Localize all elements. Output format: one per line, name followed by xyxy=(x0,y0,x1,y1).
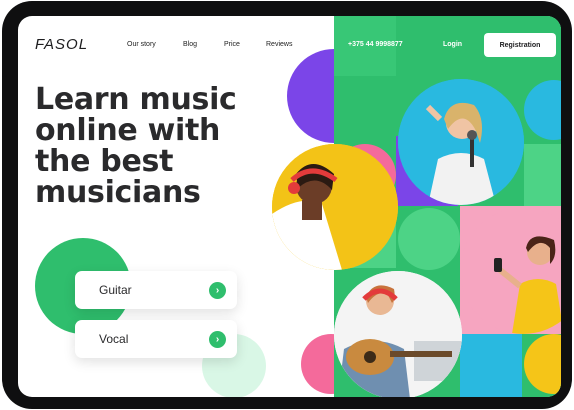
hero-line-2: online with xyxy=(35,113,221,148)
arrow-right-icon[interactable]: › xyxy=(209,282,226,299)
login-link[interactable]: Login xyxy=(443,41,462,48)
nav-blog[interactable]: Blog xyxy=(183,41,197,48)
nav-our-story[interactable]: Our story xyxy=(127,41,156,48)
tablet-frame: FASOL Our story Blog Price Reviews +375 … xyxy=(2,1,572,409)
hero-headline: Learn music online with the best musicia… xyxy=(35,84,285,208)
course-card-guitar[interactable]: Guitar › xyxy=(75,271,237,309)
tablet-side-button xyxy=(2,41,7,77)
hero-line-3: the best xyxy=(35,144,174,179)
man-guitar-illustration xyxy=(334,271,462,397)
tablet-camera-bump xyxy=(88,1,116,7)
mosaic-green-tile-2 xyxy=(524,144,561,208)
woman-microphone-illustration xyxy=(398,79,524,205)
registration-button[interactable]: Registration xyxy=(484,33,556,57)
woman-headphones-illustration xyxy=(272,144,398,270)
phone-number[interactable]: +375 44 9998877 xyxy=(348,41,403,48)
mosaic-blue-tile xyxy=(460,334,522,397)
course-card-label: Guitar xyxy=(99,283,132,297)
nav-reviews[interactable]: Reviews xyxy=(266,41,292,48)
photo-woman-microphone xyxy=(398,79,524,205)
mosaic-green-circle xyxy=(398,208,460,270)
hero-line-1: Learn music xyxy=(35,82,237,117)
arrow-right-icon[interactable]: › xyxy=(209,331,226,348)
course-card-vocal[interactable]: Vocal › xyxy=(75,320,237,358)
photo-man-guitar xyxy=(334,271,462,397)
nav-price[interactable]: Price xyxy=(224,41,240,48)
course-card-label: Vocal xyxy=(99,332,129,346)
hero-line-4: musicians xyxy=(35,175,201,210)
landing-page: FASOL Our story Blog Price Reviews +375 … xyxy=(18,16,561,397)
brand-logo[interactable]: FASOL xyxy=(35,36,88,53)
photo-woman-headphones xyxy=(272,144,398,270)
